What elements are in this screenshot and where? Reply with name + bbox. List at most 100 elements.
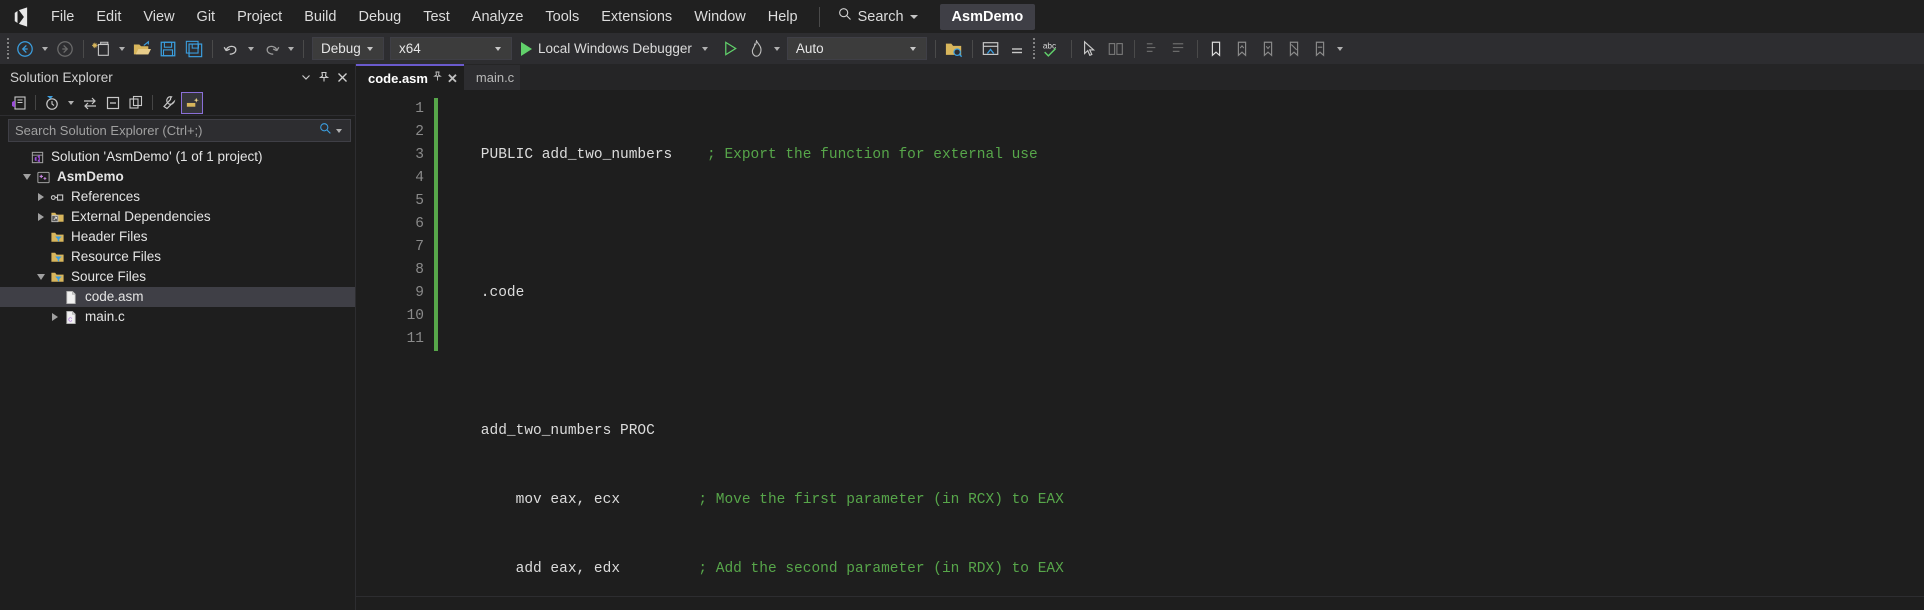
chevron-down-icon	[909, 46, 916, 51]
menu-edit[interactable]: Edit	[85, 4, 132, 30]
search-input[interactable]: Search Solution Explorer (Ctrl+;)	[8, 119, 351, 142]
chevron-down-icon	[495, 46, 501, 51]
bookmark-dropdown-icon[interactable]	[1336, 46, 1343, 51]
close-icon[interactable]: ✕	[447, 72, 458, 85]
tree-item-solution[interactable]: Solution 'AsmDemo' (1 of 1 project)	[0, 147, 355, 167]
tree-item-header-files[interactable]: Header Files	[0, 227, 355, 247]
undo-dropdown-icon[interactable]	[248, 46, 254, 51]
bookmark-toggle-icon[interactable]	[1307, 36, 1333, 62]
pointer-select-icon[interactable]	[1077, 36, 1103, 62]
chevron-down-icon	[701, 46, 708, 51]
file-icon	[62, 289, 80, 305]
collapse-all-icon[interactable]	[102, 92, 124, 114]
menu-extensions[interactable]: Extensions	[590, 4, 683, 30]
properties-wrench-icon[interactable]	[158, 92, 180, 114]
search-icon[interactable]	[319, 122, 332, 140]
twisty-collapsed-icon[interactable]	[34, 209, 48, 225]
comment-icon[interactable]	[1103, 36, 1129, 62]
references-icon	[48, 189, 66, 205]
toolbar-grip[interactable]	[4, 38, 12, 59]
bookmark-icon[interactable]	[1203, 36, 1229, 62]
pending-changes-filter-icon[interactable]	[41, 92, 63, 114]
redo-icon[interactable]	[258, 36, 284, 62]
show-all-files-icon[interactable]	[125, 92, 147, 114]
solution-home-icon[interactable]	[8, 92, 30, 114]
menu-window[interactable]: Window	[683, 4, 757, 30]
new-item-icon[interactable]	[89, 36, 115, 62]
code-text[interactable]: PUBLIC add_two_numbers ; Export the func…	[438, 90, 1924, 596]
preview-selected-items-icon[interactable]	[181, 91, 203, 114]
hot-reload-dropdown-icon[interactable]	[773, 46, 780, 51]
tree-item-label: main.c	[85, 309, 125, 324]
external-dependencies-folder-icon	[48, 209, 66, 225]
menu-build[interactable]: Build	[293, 4, 347, 30]
undo-icon[interactable]	[218, 36, 244, 62]
toolbar-divider	[1196, 39, 1198, 58]
twisty-collapsed-icon[interactable]	[48, 309, 62, 325]
twisty-collapsed-icon[interactable]	[34, 189, 48, 205]
menu-tools[interactable]: Tools	[534, 4, 590, 30]
save-all-icon[interactable]	[181, 36, 207, 62]
chevron-down-icon[interactable]	[297, 68, 315, 86]
open-file-icon[interactable]	[129, 36, 155, 62]
navigate-back-dropdown-icon[interactable]	[42, 46, 48, 51]
menu-view[interactable]: View	[132, 4, 185, 30]
redo-dropdown-icon[interactable]	[288, 46, 294, 51]
start-debugging-button[interactable]: Local Windows Debugger	[515, 36, 718, 62]
play-outline-icon[interactable]	[718, 36, 744, 62]
menu-git[interactable]: Git	[186, 4, 227, 30]
comment-block-icon[interactable]	[1166, 36, 1192, 62]
navigate-forward-icon[interactable]	[52, 36, 78, 62]
solution-name-chip[interactable]: AsmDemo	[939, 3, 1036, 30]
visual-studio-logo-icon	[6, 0, 40, 33]
chevron-down-icon[interactable]	[336, 128, 342, 133]
menu-help[interactable]: Help	[757, 4, 809, 30]
save-icon[interactable]	[155, 36, 181, 62]
abc-spellcheck-icon[interactable]: abc	[1038, 36, 1066, 62]
tree-item-main-c[interactable]: C main.c	[0, 307, 355, 327]
pin-icon[interactable]	[315, 68, 333, 86]
menu-project[interactable]: Project	[226, 4, 293, 30]
tree-item-source-files[interactable]: Source Files	[0, 267, 355, 287]
process-combo[interactable]: Auto	[786, 37, 927, 60]
toolbar-divider	[1133, 39, 1135, 58]
code-editor[interactable]: 1 2 3 4 5 6 7 8 9 10 11 PUBLIC add_two_n…	[356, 90, 1924, 596]
code-comment: ; Export the function for external use	[707, 147, 1038, 163]
bookmark-previous-icon[interactable]	[1229, 36, 1255, 62]
solution-configuration-combo[interactable]: Debug	[312, 37, 384, 60]
tree-item-references[interactable]: References	[0, 187, 355, 207]
compare-icon[interactable]	[1004, 36, 1030, 62]
code-line-3: .code	[446, 282, 1924, 305]
line-number: 8	[415, 262, 424, 278]
tree-item-code-asm[interactable]: code.asm	[0, 287, 355, 307]
close-icon[interactable]	[333, 68, 351, 86]
horizontal-scrollbar[interactable]	[356, 596, 1924, 610]
bookmark-clear-icon[interactable]	[1281, 36, 1307, 62]
folder-search-icon[interactable]	[941, 36, 967, 62]
toolbar-overflow-icon[interactable]	[1030, 38, 1038, 59]
bookmark-next-icon[interactable]	[1255, 36, 1281, 62]
menu-test[interactable]: Test	[412, 4, 461, 30]
tab-main-c[interactable]: main.c	[463, 65, 521, 90]
new-item-dropdown-icon[interactable]	[119, 46, 125, 51]
window-layout-icon[interactable]	[978, 36, 1004, 62]
tree-item-project-asmdemo[interactable]: AsmDemo	[0, 167, 355, 187]
solution-explorer-header: Solution Explorer	[0, 64, 355, 90]
uncomment-icon[interactable]	[1140, 36, 1166, 62]
menu-debug[interactable]: Debug	[347, 4, 412, 30]
tree-item-resource-files[interactable]: Resource Files	[0, 247, 355, 267]
menu-file[interactable]: File	[40, 4, 85, 30]
hot-reload-flame-icon[interactable]	[744, 36, 770, 62]
tab-code-asm[interactable]: code.asm ✕	[356, 64, 464, 90]
twisty-expanded-icon[interactable]	[34, 269, 48, 285]
tree-item-external-dependencies[interactable]: External Dependencies	[0, 207, 355, 227]
solution-platform-combo[interactable]: x64	[390, 37, 512, 60]
pin-icon[interactable]	[433, 71, 442, 85]
global-search[interactable]: Search	[830, 3, 926, 30]
menu-analyze[interactable]: Analyze	[461, 4, 535, 30]
navigate-back-icon[interactable]	[12, 36, 38, 62]
chevron-down-icon[interactable]	[68, 100, 74, 105]
sync-with-active-document-icon[interactable]	[79, 92, 101, 114]
twisty-expanded-icon[interactable]	[20, 169, 34, 185]
